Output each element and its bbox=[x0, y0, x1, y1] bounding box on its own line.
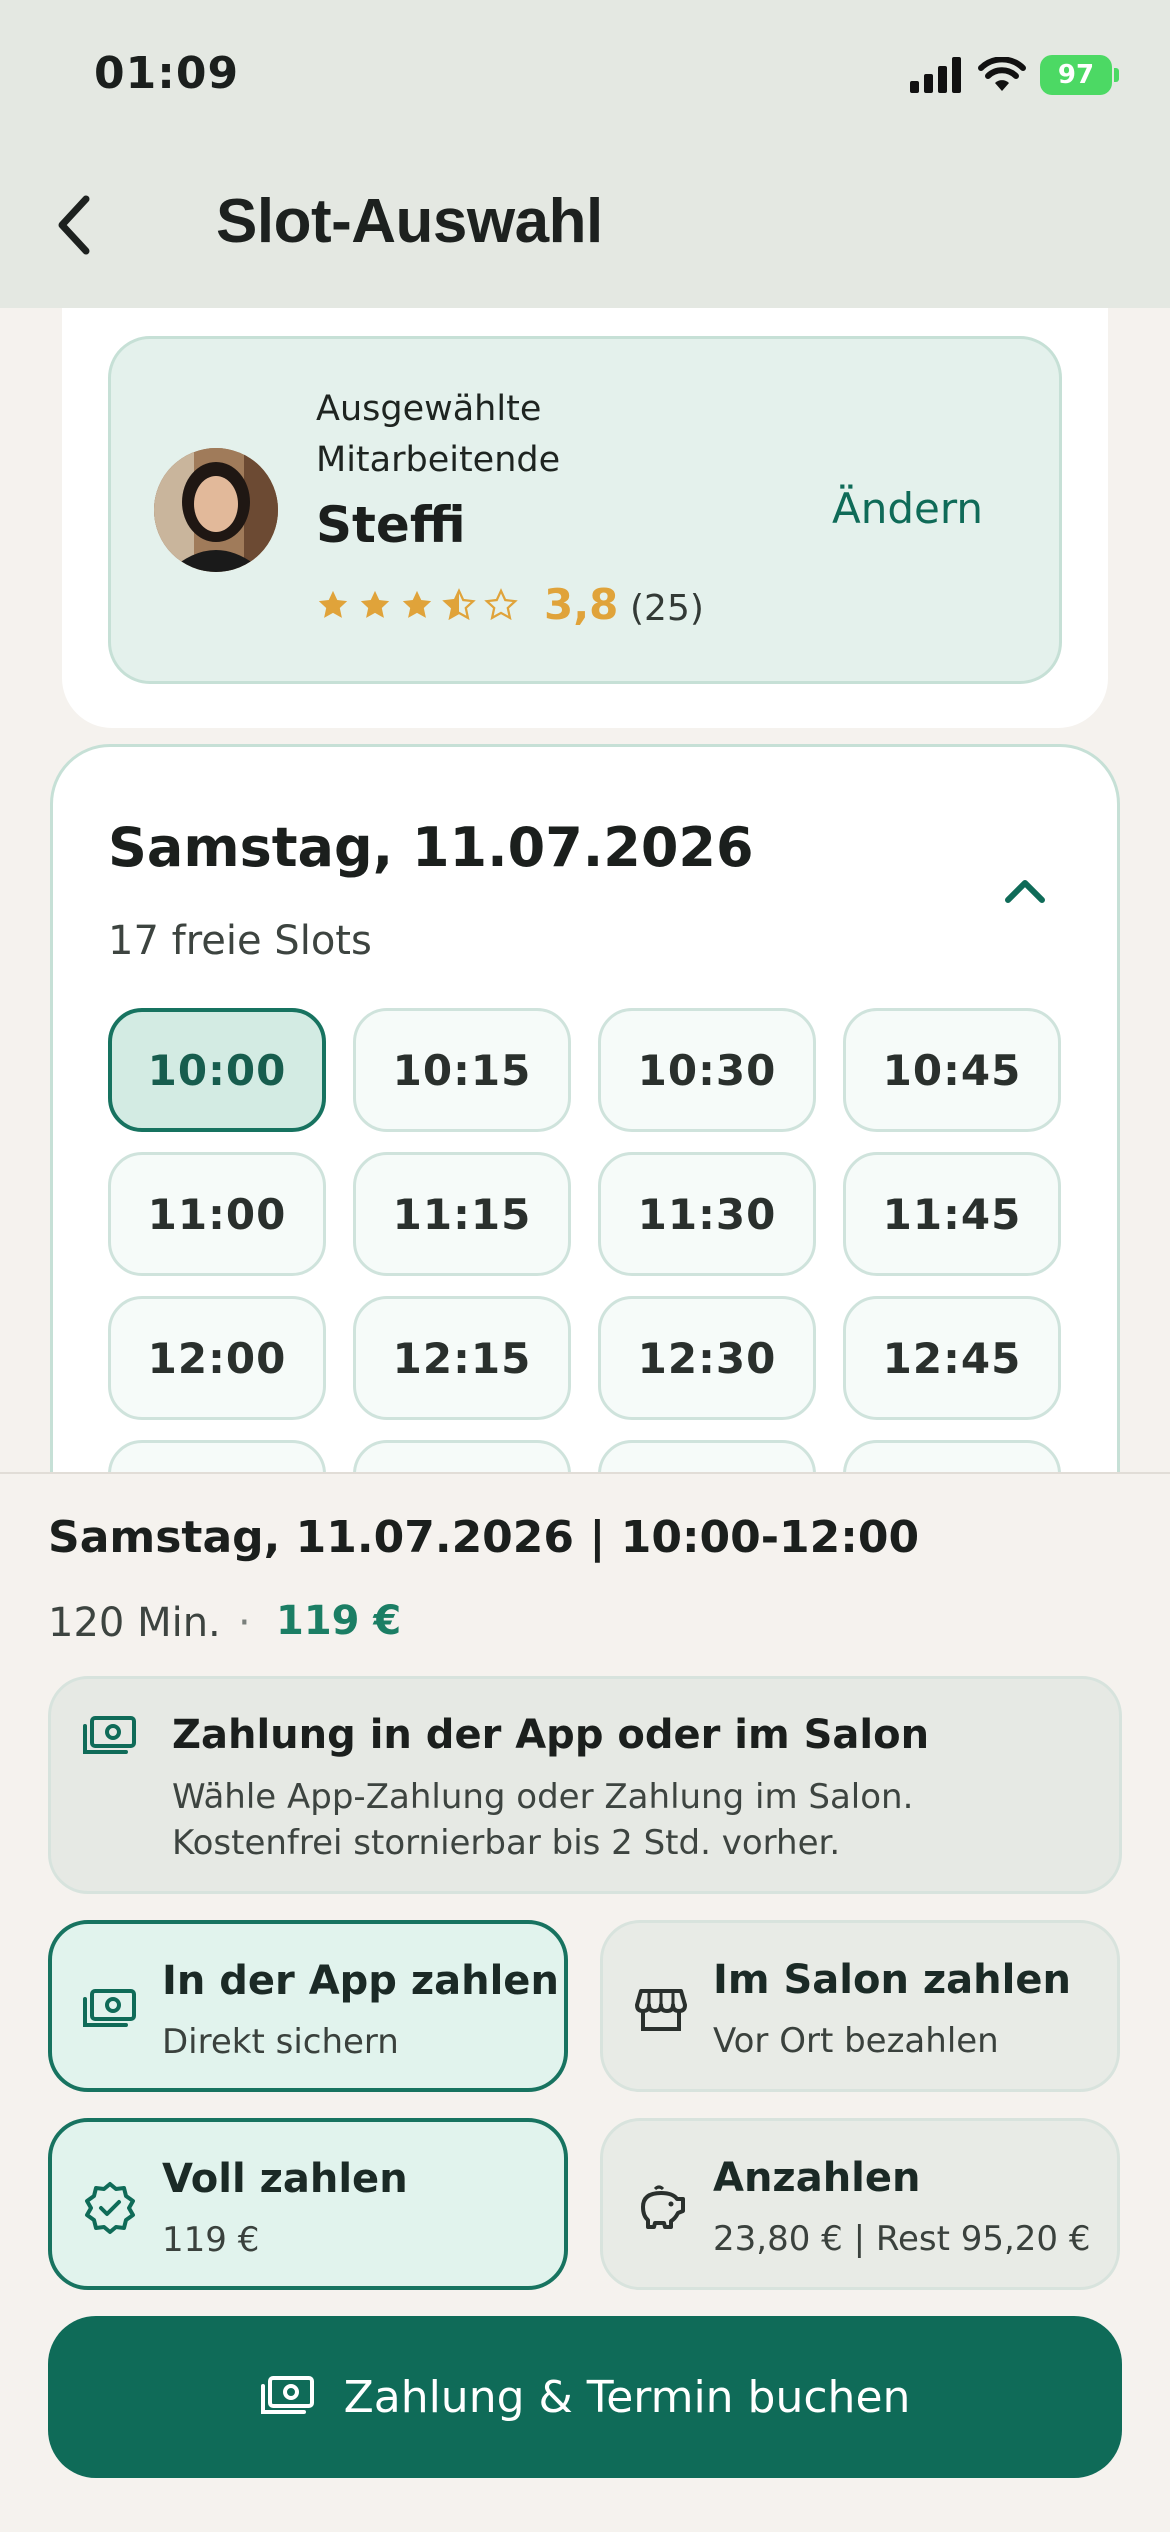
separator-dot: · bbox=[238, 1600, 251, 1646]
staff-name: Steffi bbox=[316, 496, 466, 554]
slot-date: Samstag, 11.07.2026 bbox=[108, 816, 754, 879]
slot-button[interactable]: 12:30 bbox=[598, 1296, 816, 1420]
option-subtitle: 119 € bbox=[162, 2220, 260, 2260]
option-subtitle: Vor Ort bezahlen bbox=[713, 2021, 999, 2061]
rating-count: (25) bbox=[630, 588, 704, 629]
rating-stars bbox=[316, 588, 518, 622]
book-appointment-button[interactable]: Zahlung & Termin buchen bbox=[48, 2316, 1122, 2478]
star-empty-icon bbox=[484, 588, 518, 621]
pay-in-app-option[interactable]: In der App zahlen Direkt sichern bbox=[48, 1920, 568, 2092]
chevron-up-icon bbox=[1005, 880, 1045, 903]
option-subtitle: Direkt sichern bbox=[162, 2022, 399, 2062]
status-time: 01:09 bbox=[94, 48, 240, 99]
slot-button[interactable]: 10:45 bbox=[843, 1008, 1061, 1132]
payment-info-text: Wähle App-Zahlung oder Zahlung im Salon.… bbox=[172, 1777, 914, 1863]
verified-badge-icon bbox=[85, 2182, 135, 2234]
slot-button[interactable]: 11:45 bbox=[843, 1152, 1061, 1276]
slot-button[interactable]: 12:45 bbox=[843, 1296, 1061, 1420]
rating-value: 3,8 bbox=[544, 580, 619, 629]
slot-button[interactable]: 11:30 bbox=[598, 1152, 816, 1276]
slot-button[interactable]: 11:00 bbox=[108, 1152, 326, 1276]
pay-deposit-option[interactable]: Anzahlen 23,80 € | Rest 95,20 € bbox=[600, 2118, 1120, 2290]
back-arrow-icon bbox=[58, 195, 90, 255]
pay-in-salon-option[interactable]: Im Salon zahlen Vor Ort bezahlen bbox=[600, 1920, 1120, 2092]
collapse-button[interactable] bbox=[1000, 870, 1050, 910]
book-button-label: Zahlung & Termin buchen bbox=[343, 2371, 911, 2423]
star-full-icon bbox=[318, 590, 348, 618]
slot-button[interactable]: 11:15 bbox=[353, 1152, 571, 1276]
star-half-icon bbox=[442, 588, 476, 621]
option-title: In der App zahlen bbox=[162, 1958, 559, 2004]
slot-button[interactable]: 12:00 bbox=[108, 1296, 326, 1420]
option-title: Im Salon zahlen bbox=[713, 1957, 1071, 2003]
payment-info-title: Zahlung in der App oder im Salon bbox=[172, 1712, 930, 1758]
slot-button[interactable]: 10:30 bbox=[598, 1008, 816, 1132]
slot-button[interactable]: 12:15 bbox=[353, 1296, 571, 1420]
battery-icon: 97 bbox=[1040, 55, 1119, 95]
star-full-icon bbox=[360, 590, 390, 618]
signal-icon bbox=[910, 57, 961, 93]
status-icons: 97 bbox=[910, 50, 1119, 100]
booking-summary: Samstag, 11.07.2026 | 10:00-12:00 bbox=[48, 1512, 920, 1563]
staff-avatar bbox=[154, 448, 278, 572]
option-title: Anzahlen bbox=[713, 2155, 921, 2201]
payment-info-icon bbox=[82, 1714, 138, 1764]
wifi-icon bbox=[978, 57, 1026, 91]
back-button[interactable] bbox=[54, 180, 114, 270]
option-subtitle: 23,80 € | Rest 95,20 € bbox=[713, 2219, 1091, 2259]
battery-level: 97 bbox=[1057, 60, 1095, 90]
free-slots-count: 17 freie Slots bbox=[108, 918, 372, 964]
piggy-bank-icon bbox=[641, 2185, 685, 2229]
store-icon bbox=[635, 1989, 687, 2031]
app-header: 01:09 97 Slot-Auswahl bbox=[0, 0, 1170, 308]
duration: 120 Min. bbox=[48, 1600, 221, 1646]
cash-icon bbox=[83, 1716, 136, 1754]
slot-button[interactable]: 10:00 bbox=[108, 1008, 326, 1132]
change-staff-button[interactable]: Ändern bbox=[832, 484, 983, 533]
cash-icon bbox=[260, 2376, 314, 2414]
page-title: Slot-Auswahl bbox=[216, 187, 603, 256]
pay-full-option[interactable]: Voll zahlen 119 € bbox=[48, 2118, 568, 2290]
staff-caption: Ausgewählte Mitarbeitende bbox=[316, 389, 561, 480]
option-title: Voll zahlen bbox=[162, 2156, 408, 2202]
star-full-icon bbox=[402, 590, 432, 618]
cash-icon bbox=[83, 1989, 136, 2027]
slot-button[interactable]: 10:15 bbox=[353, 1008, 571, 1132]
total-price: 119 € bbox=[276, 1598, 402, 1644]
